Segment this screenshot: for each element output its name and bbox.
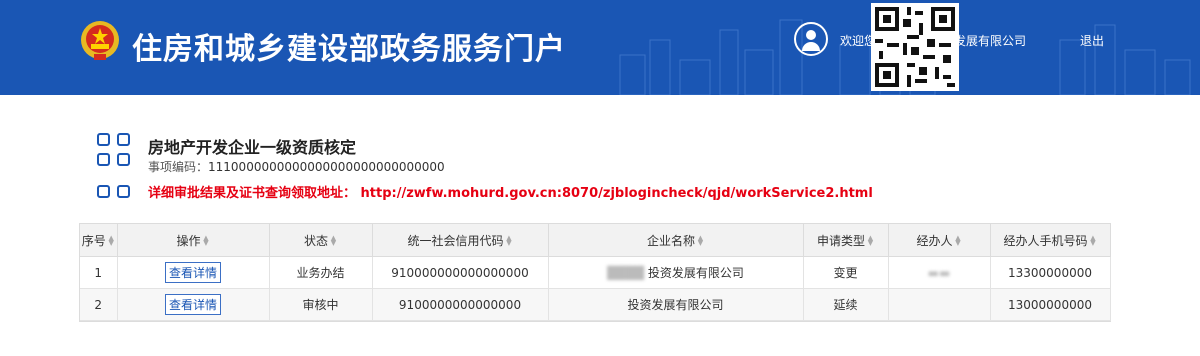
col-header-credit-code[interactable]: 统一社会信用代码 ▲ ▼: [372, 224, 549, 257]
col-header-handler[interactable]: 经办人 ▲ ▼: [888, 224, 991, 257]
sort-icon[interactable]: ▲ ▼: [867, 235, 874, 247]
sort-icon[interactable]: ▲ ▼: [506, 235, 513, 247]
sort-icon[interactable]: ▲ ▼: [108, 235, 115, 247]
cell-credit-code: 910000000000000000: [372, 256, 549, 289]
result-query-notice[interactable]: 详细审批结果及证书查询领取地址： http://zwfw.mohurd.gov.…: [148, 182, 873, 201]
cell-apply-type: 变更: [803, 256, 889, 289]
cell-company: 投资发展有限公司: [548, 288, 804, 321]
col-header-company[interactable]: 企业名称 ▲ ▼: [548, 224, 804, 257]
redacted-text: ▬▬: [927, 265, 951, 280]
sort-icon[interactable]: ▲ ▼: [330, 235, 337, 247]
col-header-phone[interactable]: 经办人手机号码 ▲ ▼: [990, 224, 1111, 257]
item-code-label: 事项编码：: [148, 160, 209, 174]
col-header-index[interactable]: 序号 ▲ ▼: [80, 224, 118, 257]
item-code: 事项编码：1110000000000000000000000000000: [148, 158, 445, 175]
cell-action: 查看详情: [117, 288, 270, 321]
table-row: 2 查看详情 审核中 9100000000000000 投资发展有限公司 延续 …: [80, 288, 1111, 321]
cell-handler: [888, 288, 991, 321]
user-avatar-icon[interactable]: [794, 22, 828, 56]
view-details-button[interactable]: 查看详情: [164, 262, 221, 283]
qr-code: [871, 3, 959, 91]
portal-header: 住房和城乡建设部政务服务门户 欢迎您 投资发展有限公司 退出: [0, 0, 1200, 95]
national-emblem-icon: [81, 21, 119, 60]
sort-icon[interactable]: ▲ ▼: [697, 235, 704, 247]
sort-icon[interactable]: ▲ ▼: [955, 235, 962, 247]
cell-company: ████ 投资发展有限公司: [548, 256, 804, 289]
item-code-value: 1110000000000000000000000000000: [208, 160, 445, 174]
redacted-text: ████: [607, 266, 648, 280]
view-details-button[interactable]: 查看详情: [164, 294, 221, 315]
col-header-status[interactable]: 状态 ▲ ▼: [269, 224, 373, 257]
cell-apply-type: 延续: [803, 288, 889, 321]
cell-action: 查看详情: [117, 256, 270, 289]
cell-status: 业务办结: [269, 256, 373, 289]
application-table: 序号 ▲ ▼ 操作 ▲ ▼ 状态 ▲ ▼ 统一社会信用代码 ▲ ▼ 企业名称 ▲ ▼ 申请类型 ▲ ▼ …: [79, 223, 1111, 322]
cell-credit-code: 9100000000000000: [372, 288, 549, 321]
sort-icon[interactable]: ▲ ▼: [1090, 235, 1097, 247]
col-header-action[interactable]: 操作 ▲ ▼: [117, 224, 270, 257]
sort-icon[interactable]: ▲ ▼: [203, 235, 210, 247]
cell-handler: ▬▬: [888, 256, 991, 289]
portal-title: 住房和城乡建设部政务服务门户: [132, 32, 566, 67]
item-title: 房地产开发企业一级资质核定: [148, 138, 357, 157]
cell-index: 1: [80, 256, 118, 289]
service-grid-icon: [97, 133, 133, 169]
logout-link[interactable]: 退出: [1080, 32, 1104, 49]
cell-phone: 13300000000: [990, 256, 1111, 289]
cell-status: 审核中: [269, 288, 373, 321]
col-header-apply-type[interactable]: 申请类型 ▲ ▼: [803, 224, 889, 257]
cell-index: 2: [80, 288, 118, 321]
table-row: 1 查看详情 业务办结 910000000000000000 ████ 投资发展…: [80, 256, 1111, 289]
cell-phone: 13000000000: [990, 288, 1111, 321]
table-header-row: 序号 ▲ ▼ 操作 ▲ ▼ 状态 ▲ ▼ 统一社会信用代码 ▲ ▼ 企业名称 ▲ ▼ 申请类型 ▲ ▼ …: [80, 224, 1111, 257]
notice-grid-icon: [97, 181, 133, 203]
